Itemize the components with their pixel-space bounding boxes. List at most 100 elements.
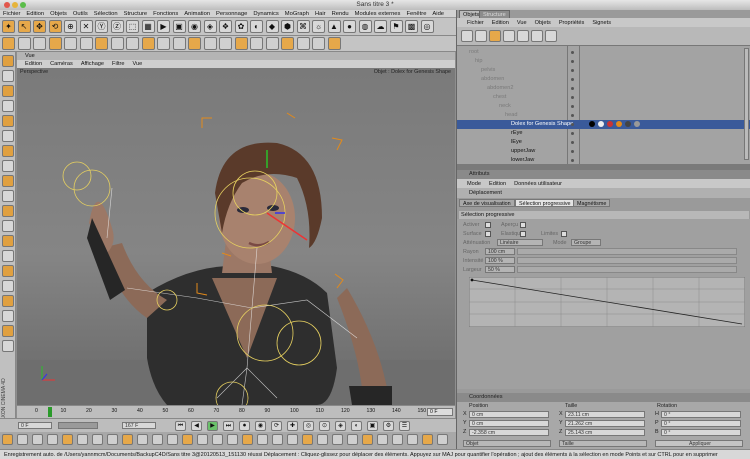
objects-menu-item[interactable]: Objets: [535, 20, 551, 26]
visibility-dot-icon[interactable]: [571, 159, 574, 162]
menu-item-11[interactable]: Hair: [312, 10, 329, 18]
playback-button-icon[interactable]: ⏮: [175, 421, 186, 431]
limits-checkbox[interactable]: [561, 231, 567, 237]
left-tool-icon[interactable]: [2, 85, 14, 97]
coord-field[interactable]: -2.358 cm: [469, 429, 549, 436]
viewport-menu-item[interactable]: Filtre: [112, 61, 124, 67]
playback-button-icon[interactable]: ⟳: [271, 421, 282, 431]
objects-menu-item[interactable]: Edition: [492, 20, 509, 26]
left-tool-icon[interactable]: [2, 115, 14, 127]
playback-button-icon[interactable]: ✚: [287, 421, 298, 431]
objects-tool-icon[interactable]: [489, 30, 501, 42]
current-frame-field[interactable]: 0 F: [427, 408, 453, 416]
material-tool-icon[interactable]: [392, 434, 403, 445]
object-tree-row[interactable]: upperJaw: [457, 147, 750, 156]
attributes-tab[interactable]: Sélection progressive: [515, 199, 575, 207]
menu-item-3[interactable]: Outils: [70, 10, 91, 18]
object-tag-icon[interactable]: [607, 121, 613, 127]
viewport-menu-item[interactable]: Edition: [25, 61, 42, 67]
objects-tool-icon[interactable]: [517, 30, 529, 42]
object-tag-icon[interactable]: [634, 121, 640, 127]
left-tool-icon[interactable]: [2, 235, 14, 247]
visibility-dot-icon[interactable]: [571, 114, 574, 117]
material-tool-icon[interactable]: [437, 434, 448, 445]
range-slider[interactable]: [58, 422, 98, 429]
visibility-dot-icon[interactable]: [571, 132, 574, 135]
coord-field[interactable]: 0 °: [661, 429, 741, 436]
attributes-tab[interactable]: Magnétisme: [573, 199, 611, 207]
playback-button-icon[interactable]: ◈: [335, 421, 346, 431]
left-tool-icon[interactable]: [2, 295, 14, 307]
material-tool-icon[interactable]: [422, 434, 433, 445]
coord-field[interactable]: 23.11 cm: [565, 411, 645, 418]
menu-item-5[interactable]: Structure: [121, 10, 151, 18]
toolbar-mode-icon[interactable]: [17, 37, 31, 50]
material-tool-icon[interactable]: [317, 434, 328, 445]
toolbar-tool-icon[interactable]: ✿: [234, 20, 248, 33]
material-tool-icon[interactable]: [407, 434, 418, 445]
toolbar-tool-icon[interactable]: ⬚: [126, 20, 139, 33]
toolbar-mode-icon[interactable]: [281, 37, 294, 50]
toolbar-mode-icon[interactable]: [250, 37, 263, 50]
falloff-select[interactable]: Linéaire: [497, 239, 543, 246]
visibility-dot-icon[interactable]: [571, 69, 574, 72]
coords-mode-select[interactable]: Objet: [463, 440, 551, 447]
toolbar-tool-icon[interactable]: ◉: [188, 20, 201, 33]
playback-button-icon[interactable]: ▣: [367, 421, 378, 431]
toolbar-mode-icon[interactable]: [296, 37, 310, 50]
objects-tool-icon[interactable]: [503, 30, 515, 42]
timeline-ruler[interactable]: 0 10 20 30 40 50 60 70 80 90 100 110 120 130 140 150 0 …: [17, 405, 455, 418]
objects-menu-item[interactable]: Propriétés: [559, 20, 585, 26]
mode-select[interactable]: Groupe: [571, 239, 601, 246]
toolbar-mode-icon[interactable]: [33, 37, 46, 50]
active-checkbox[interactable]: [485, 222, 491, 228]
left-tool-icon[interactable]: [2, 175, 14, 187]
toolbar-tool-icon[interactable]: ◈: [203, 20, 217, 33]
attributes-menu-item[interactable]: Edition: [489, 181, 506, 187]
playback-button-icon[interactable]: ◐: [351, 421, 362, 431]
coord-field[interactable]: 0 °: [661, 420, 741, 427]
objects-menu-item[interactable]: Vue: [517, 20, 527, 26]
coord-field[interactable]: 0 °: [661, 411, 741, 418]
menu-item-0[interactable]: Fichier: [0, 10, 23, 18]
radius-slider[interactable]: [517, 248, 737, 255]
preview-checkbox[interactable]: [520, 222, 526, 228]
visibility-dot-icon[interactable]: [571, 60, 574, 63]
toolbar-tool-icon[interactable]: ⚑: [389, 20, 403, 33]
attributes-menu-item[interactable]: Données utilisateur: [514, 181, 562, 187]
material-tool-icon[interactable]: [332, 434, 343, 445]
menu-item-15[interactable]: Aide: [429, 10, 447, 18]
objects-tool-icon[interactable]: [545, 30, 557, 42]
left-tool-icon[interactable]: [2, 55, 14, 67]
object-tree-row[interactable]: abdomen2: [457, 84, 750, 93]
surface-checkbox[interactable]: [485, 231, 491, 237]
menu-item-1[interactable]: Edition: [23, 10, 47, 18]
visibility-dot-icon[interactable]: [571, 123, 574, 126]
coord-field[interactable]: 0 cm: [469, 420, 549, 427]
toolbar-tool-icon[interactable]: ⊕: [64, 20, 77, 33]
strength-slider[interactable]: [517, 257, 737, 264]
object-tree-row[interactable]: Dolex for Genesis Shape: [457, 120, 750, 129]
close-icon[interactable]: [4, 2, 10, 8]
material-tool-icon[interactable]: [32, 434, 43, 445]
width-field[interactable]: 50 %: [485, 266, 515, 273]
toolbar-mode-icon[interactable]: [141, 37, 155, 50]
object-tree-scrollbar[interactable]: [744, 48, 749, 160]
zoom-icon[interactable]: [20, 2, 26, 8]
elastic-checkbox[interactable]: [520, 231, 526, 237]
playback-button-icon[interactable]: ⏺: [239, 421, 250, 431]
toolbar-tool-icon[interactable]: ◆: [265, 20, 279, 33]
material-tool-icon[interactable]: [257, 434, 268, 445]
objects-menu-item[interactable]: Fichier: [467, 20, 484, 26]
coord-field[interactable]: 0 cm: [469, 411, 549, 418]
object-tree-row[interactable]: root: [457, 48, 750, 57]
material-tool-icon[interactable]: [77, 434, 88, 445]
object-tree-row[interactable]: hip: [457, 57, 750, 66]
strength-field[interactable]: 100 %: [485, 257, 515, 264]
visibility-dot-icon[interactable]: [571, 51, 574, 54]
menu-item-2[interactable]: Objets: [47, 10, 70, 18]
visibility-dot-icon[interactable]: [571, 141, 574, 144]
toolbar-mode-icon[interactable]: [172, 37, 186, 50]
toolbar-tool-icon[interactable]: ☼: [312, 20, 325, 33]
playback-button-icon[interactable]: ◉: [255, 421, 266, 431]
